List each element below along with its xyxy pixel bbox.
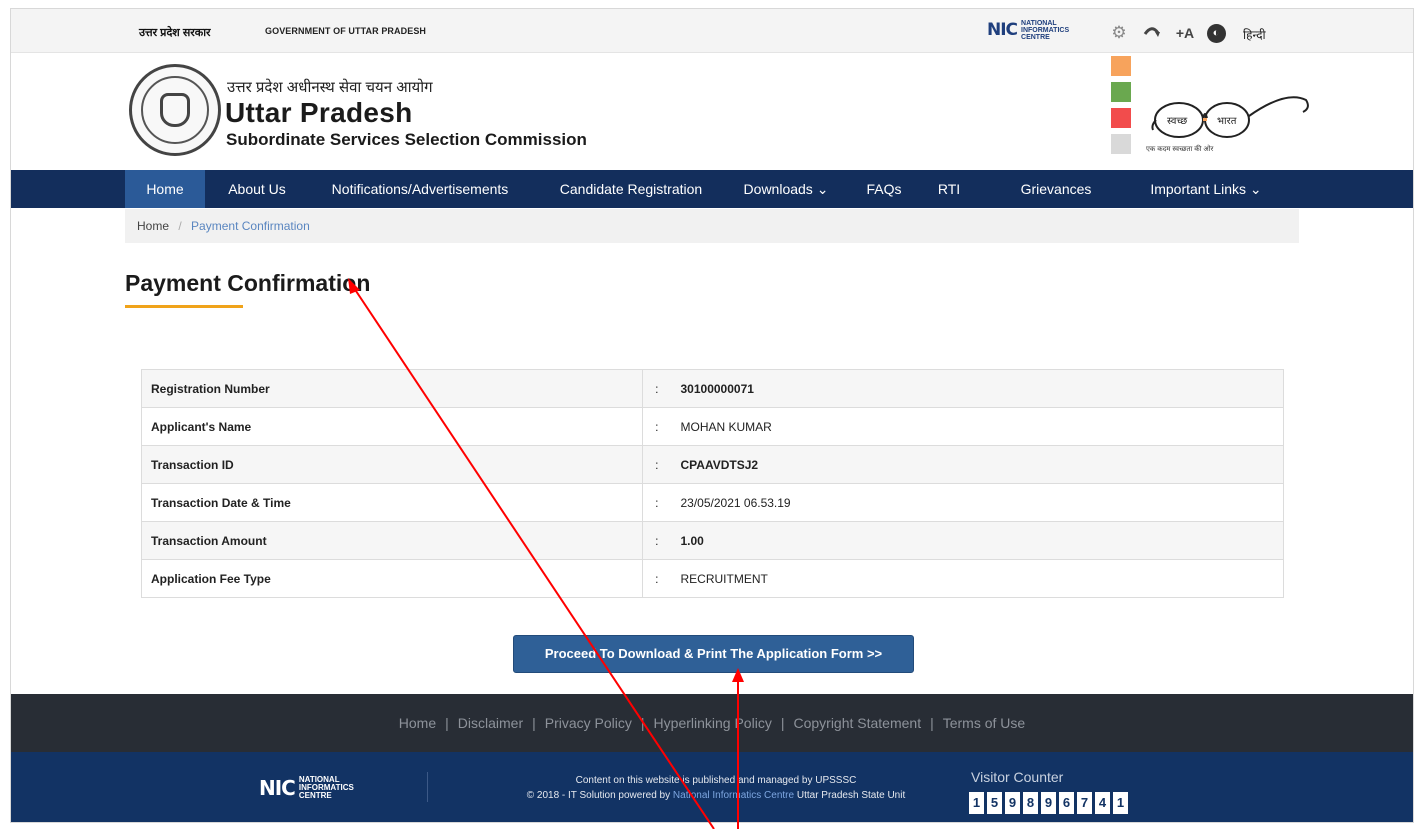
transaction-amount-value: 1.00 <box>670 521 1284 560</box>
site-subtitle: Subordinate Services Selection Commissio… <box>226 130 587 149</box>
footer-nic-link[interactable]: National Informatics Centre <box>673 790 794 801</box>
nav-item-important-links[interactable]: Important Links ⌄ <box>1131 170 1281 208</box>
footer-link-hyperlinking-policy[interactable]: Hyperlinking Policy <box>654 715 772 731</box>
font-size-icon[interactable]: +A <box>1175 23 1195 43</box>
site-title[interactable]: Uttar Pradesh <box>225 97 413 129</box>
gear-icon[interactable]: ⚙ <box>1109 23 1129 43</box>
visitor-digit: 1 <box>1113 792 1128 814</box>
theme-color-swatches <box>1111 56 1133 160</box>
proceed-download-button[interactable]: Proceed To Download & Print The Applicat… <box>513 635 914 673</box>
theme-swatch-red[interactable] <box>1111 108 1131 128</box>
title-underline <box>125 305 243 308</box>
nic-mark: NIC <box>987 20 1018 40</box>
visitor-digit: 9 <box>1005 792 1020 814</box>
registration-number-label: Registration Number <box>141 369 643 408</box>
gov-english-label: GOVERNMENT OF UTTAR PRADESH <box>265 26 427 36</box>
payment-details-table: Registration Number : 30100000071 Applic… <box>141 369 1284 598</box>
visitor-digit: 9 <box>1041 792 1056 814</box>
nic-footer-logo[interactable]: NIC NATIONAL INFORMATICS CENTRE <box>259 775 354 801</box>
row-colon: : <box>642 445 671 484</box>
swachh-caption: एक कदम स्वच्छता की ओर <box>1146 146 1214 153</box>
transaction-id-label: Transaction ID <box>141 445 643 484</box>
gov-hindi-label: उत्तर प्रदेश सरकार <box>139 27 211 39</box>
footer-content-line: Content on this website is published and… <box>575 775 857 786</box>
footer-link-disclaimer[interactable]: Disclaimer <box>458 715 523 731</box>
row-colon: : <box>642 521 671 560</box>
table-row: Application Fee Type : RECRUITMENT <box>141 559 1284 598</box>
visitor-digit: 5 <box>987 792 1002 814</box>
transaction-datetime-label: Transaction Date & Time <box>141 483 643 522</box>
table-row: Registration Number : 30100000071 <box>141 369 1284 408</box>
footer-link-home[interactable]: Home <box>399 715 436 731</box>
site-header: उत्तर प्रदेश अधीनस्थ सेवा चयन आयोग Uttar… <box>11 53 1413 170</box>
up-emblem-logo[interactable] <box>129 64 221 156</box>
footer-link-privacy-policy[interactable]: Privacy Policy <box>545 715 632 731</box>
footer-bottom: NIC NATIONAL INFORMATICS CENTRE Content … <box>11 752 1413 822</box>
table-row: Applicant's Name : MOHAN KUMAR <box>141 407 1284 446</box>
commission-hindi-name: उत्तर प्रदेश अधीनस्थ सेवा चयन आयोग <box>227 79 433 96</box>
nav-item-candidate-registration[interactable]: Candidate Registration <box>541 170 721 208</box>
swachh-right-text: भारत <box>1217 116 1237 127</box>
fee-type-value: RECRUITMENT <box>670 559 1284 598</box>
browser-page: उत्तर प्रदेश सरकार GOVERNMENT OF UTTAR P… <box>10 8 1414 823</box>
footer-copyright-line: © 2018 - IT Solution powered by National… <box>526 790 906 801</box>
contrast-icon[interactable]: ◐ <box>1206 23 1226 43</box>
language-toggle-link[interactable]: हिन्दी <box>1243 26 1266 43</box>
transaction-id-value: CPAAVDTSJ2 <box>670 445 1284 484</box>
fee-type-label: Application Fee Type <box>141 559 643 598</box>
applicant-name-value: MOHAN KUMAR <box>670 407 1284 446</box>
theme-swatch-green[interactable] <box>1111 82 1131 102</box>
breadcrumb: Home / Payment Confirmation <box>125 209 1299 243</box>
footer-link-copyright-statement[interactable]: Copyright Statement <box>793 715 921 731</box>
nav-item-faqs[interactable]: FAQs <box>856 170 912 208</box>
page-title: Payment Confirmation <box>125 270 371 296</box>
theme-swatch-orange[interactable] <box>1111 56 1131 76</box>
nic-footer-mark: NIC <box>259 776 296 800</box>
visitor-digit: 4 <box>1095 792 1110 814</box>
visitor-counter-label: Visitor Counter <box>971 769 1064 785</box>
government-strip: उत्तर प्रदेश सरकार GOVERNMENT OF UTTAR P… <box>11 9 1413 53</box>
nav-item-notifications[interactable]: Notifications/Advertisements <box>311 170 529 208</box>
breadcrumb-home-link[interactable]: Home <box>137 219 169 233</box>
transaction-datetime-value: 23/05/2021 06.53.19 <box>670 483 1284 522</box>
nic-logo[interactable]: NIC NATIONAL INFORMATICS CENTRE <box>987 19 1070 41</box>
table-row: Transaction ID : CPAAVDTSJ2 <box>141 445 1284 484</box>
nav-item-downloads[interactable]: Downloads ⌄ <box>731 170 841 208</box>
footer-links-bar: Home | Disclaimer | Privacy Policy | Hyperlink… <box>11 694 1413 752</box>
breadcrumb-current: Payment Confirmation <box>191 219 310 233</box>
main-navigation: Home About Us Notifications/Advertisemen… <box>11 170 1413 208</box>
table-row: Transaction Amount : 1.00 <box>141 521 1284 560</box>
applicant-name-label: Applicant's Name <box>141 407 643 446</box>
nav-item-grievances[interactable]: Grievances <box>1001 170 1111 208</box>
nic-footer-words: NATIONAL INFORMATICS CENTRE <box>298 775 354 800</box>
visitor-counter: 1 5 9 8 9 6 7 4 1 <box>969 792 1131 814</box>
visitor-digit: 7 <box>1077 792 1092 814</box>
registration-number-value: 30100000071 <box>670 369 1284 408</box>
visitor-digit: 8 <box>1023 792 1038 814</box>
breadcrumb-separator: / <box>178 219 182 233</box>
row-colon: : <box>642 369 671 408</box>
swachh-left-text: स्वच्छ <box>1167 116 1187 127</box>
theme-swatch-grey[interactable] <box>1111 134 1131 154</box>
footer-content-text: Content on this website is published and… <box>481 773 951 803</box>
row-colon: : <box>642 483 671 522</box>
row-colon: : <box>642 407 671 446</box>
table-row: Transaction Date & Time : 23/05/2021 06.… <box>141 483 1284 522</box>
accessibility-icon[interactable] <box>1142 23 1162 43</box>
visitor-digit: 1 <box>969 792 984 814</box>
nav-item-about-us[interactable]: About Us <box>217 170 297 208</box>
nav-item-rti[interactable]: RTI <box>929 170 969 208</box>
transaction-amount-label: Transaction Amount <box>141 521 643 560</box>
footer-link-terms-of-use[interactable]: Terms of Use <box>943 715 1025 731</box>
nic-words: NATIONAL INFORMATICS CENTRE <box>1021 19 1070 41</box>
visitor-digit: 6 <box>1059 792 1074 814</box>
footer-divider <box>427 772 428 802</box>
row-colon: : <box>642 559 671 598</box>
nav-item-home[interactable]: Home <box>125 170 205 208</box>
